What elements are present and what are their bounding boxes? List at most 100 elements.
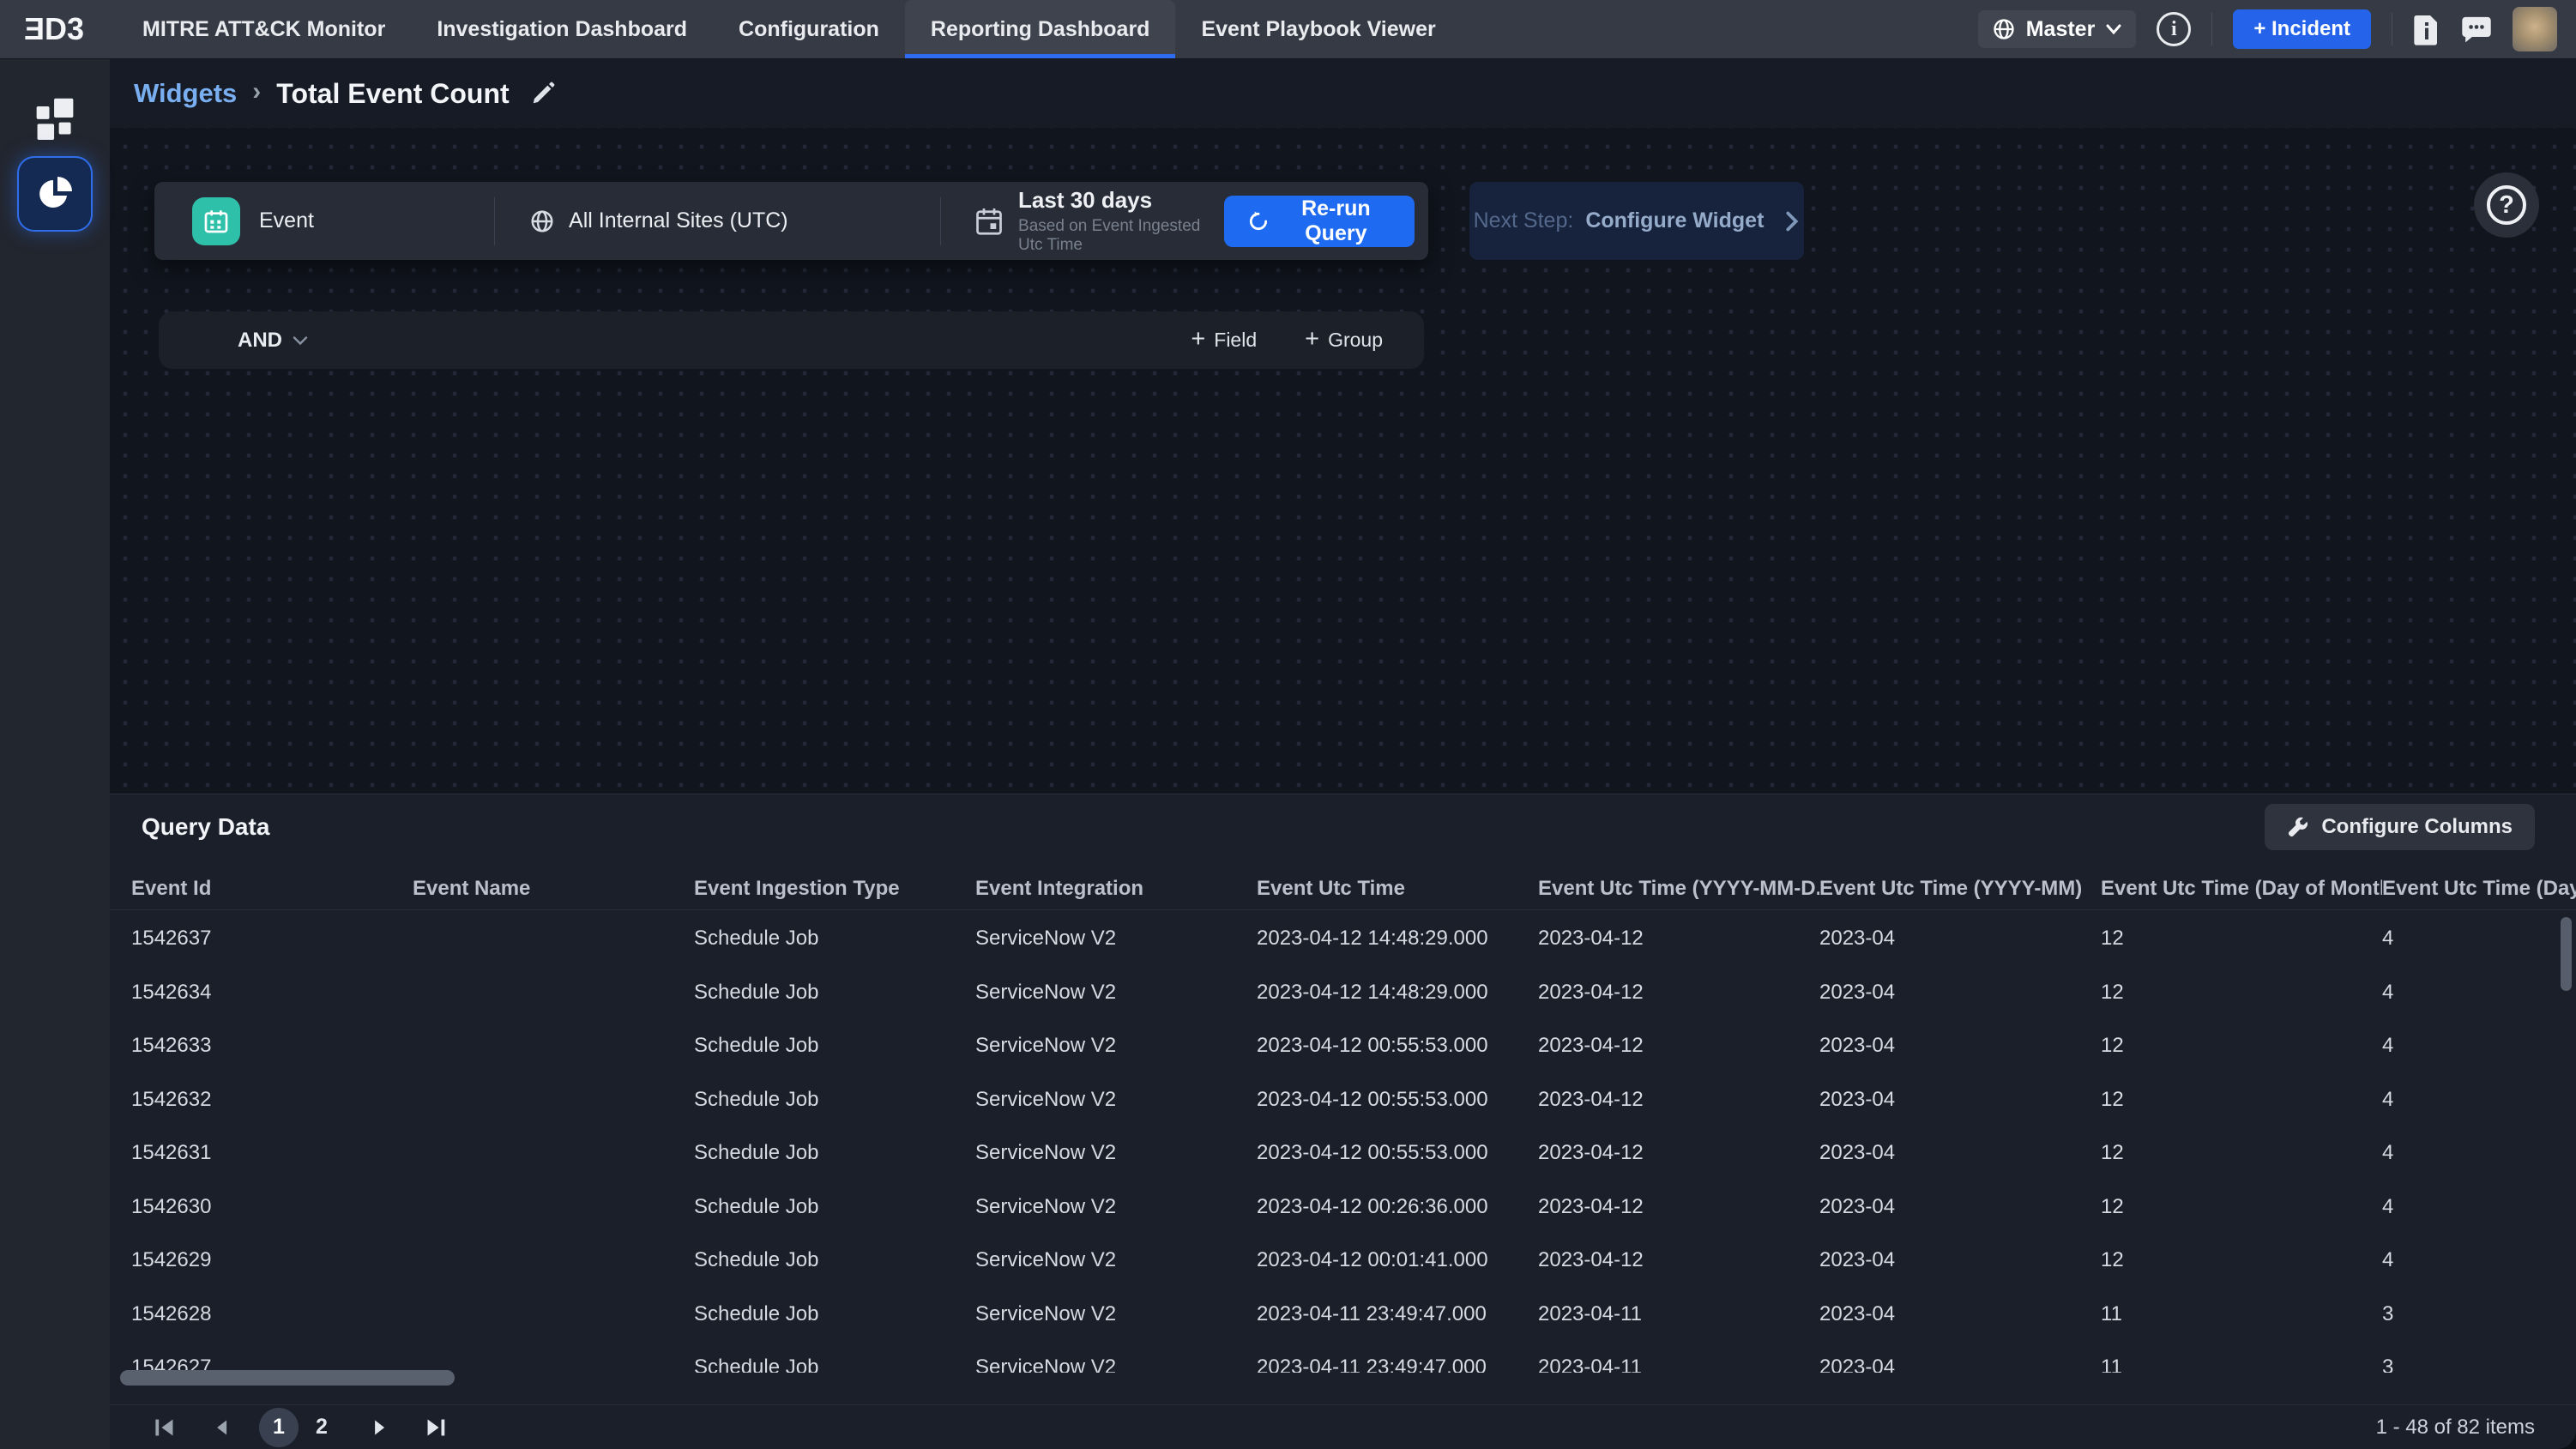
- configure-columns-button[interactable]: Configure Columns: [2265, 804, 2535, 850]
- nav-item-label: Reporting Dashboard: [931, 17, 1150, 42]
- filter-group-row: AND + Field + Group: [159, 311, 1424, 369]
- table-row[interactable]: 1542627Schedule JobServiceNow V22023-04-…: [110, 1341, 2576, 1373]
- table-cell: 2023-04: [1819, 927, 2101, 951]
- next-step-prefix: Next Step:: [1474, 208, 1574, 233]
- page-number-1[interactable]: 1: [259, 1408, 299, 1447]
- table-cell: 4: [2382, 1141, 2576, 1165]
- dashboard-grid-icon[interactable]: [33, 94, 77, 142]
- table-cell: 11: [2101, 1302, 2382, 1326]
- table-cell: 2023-04-12 00:55:53.000: [1257, 1141, 1538, 1165]
- add-group-button[interactable]: + Group: [1305, 329, 1383, 352]
- column-header[interactable]: Event Name: [413, 877, 694, 901]
- d3-logo[interactable]: ƎD3: [24, 11, 84, 47]
- table-cell: 4: [2382, 1034, 2576, 1058]
- table-cell: Schedule Job: [694, 1195, 975, 1219]
- user-avatar[interactable]: [2513, 7, 2557, 51]
- table-cell: 2023-04-12: [1538, 1195, 1819, 1219]
- site-selector-label: Master: [2026, 17, 2096, 42]
- table-cell: Schedule Job: [694, 1302, 975, 1326]
- table-row[interactable]: 1542633Schedule JobServiceNow V22023-04-…: [110, 1019, 2576, 1073]
- table-cell: Schedule Job: [694, 981, 975, 1005]
- table-cell: 2023-04-12: [1538, 1248, 1819, 1272]
- table-row[interactable]: 1542631Schedule JobServiceNow V22023-04-…: [110, 1126, 2576, 1180]
- table-cell: ServiceNow V2: [975, 1141, 1257, 1165]
- chevron-right-icon: [1784, 210, 1800, 232]
- table-cell: 12: [2101, 927, 2382, 951]
- page-numbers: 12: [257, 1408, 343, 1447]
- add-field-label: Field: [1214, 329, 1257, 352]
- report-document-icon[interactable]: [2413, 13, 2440, 45]
- globe-icon: [529, 208, 555, 234]
- add-incident-button[interactable]: + Incident: [2233, 9, 2371, 49]
- table-cell: 4: [2382, 1195, 2576, 1219]
- help-button[interactable]: ?: [2474, 172, 2539, 238]
- table-row[interactable]: 1542634Schedule JobServiceNow V22023-04-…: [110, 966, 2576, 1020]
- edit-pencil-icon[interactable]: [530, 81, 556, 106]
- table-cell: 1542631: [131, 1141, 413, 1165]
- nav-item-investigation-dashboard[interactable]: Investigation Dashboard: [411, 0, 713, 58]
- table-header-row: Event IdEvent NameEvent Ingestion TypeEv…: [110, 867, 2576, 910]
- table-row[interactable]: 1542630 Schedule JobServiceNow V2 2023-04-…: [110, 1180, 2576, 1235]
- table-row[interactable]: 1542628Schedule JobServiceNow V22023-04-…: [110, 1288, 2576, 1342]
- time-range-selector[interactable]: Last 30 days Based on Event Ingested Utc…: [941, 182, 1224, 260]
- vertical-scrollbar[interactable]: [2561, 917, 2572, 991]
- configure-columns-label: Configure Columns: [2321, 815, 2513, 839]
- table-cell: 12: [2101, 1034, 2382, 1058]
- column-header[interactable]: Event Utc Time (Day: [2382, 877, 2576, 901]
- widget-chart-tool[interactable]: [17, 156, 93, 232]
- info-icon[interactable]: i: [2157, 12, 2191, 46]
- horizontal-scrollbar[interactable]: [120, 1370, 455, 1386]
- nav-item-label: MITRE ATT&CK Monitor: [142, 17, 385, 42]
- divider: [2211, 13, 2212, 45]
- nav-menu: MITRE ATT&CK Monitor Investigation Dashbo…: [117, 0, 1462, 58]
- chat-icon[interactable]: [2461, 15, 2492, 44]
- table-cell: ServiceNow V2: [975, 1302, 1257, 1326]
- column-header[interactable]: Event Utc Time (Day of Month): [2101, 877, 2382, 901]
- site-selector[interactable]: Master: [1978, 10, 2137, 48]
- table-cell: 2023-04: [1819, 1141, 2101, 1165]
- globe-icon: [1992, 17, 2016, 41]
- rerun-query-button[interactable]: Re-run Query: [1224, 196, 1415, 247]
- first-page-button[interactable]: [144, 1407, 185, 1448]
- table-cell: 1542629: [131, 1248, 413, 1272]
- page-number-2[interactable]: 2: [302, 1408, 341, 1447]
- last-page-button[interactable]: [415, 1407, 456, 1448]
- table-cell: 2023-04-12: [1538, 1088, 1819, 1112]
- column-header[interactable]: Event Id: [131, 877, 413, 901]
- column-header[interactable]: Event Integration: [975, 877, 1257, 901]
- next-step-configure-widget[interactable]: Next Step: Configure Widget: [1469, 182, 1804, 260]
- table-cell: ServiceNow V2: [975, 1355, 1257, 1373]
- table-cell: Schedule Job: [694, 1248, 975, 1272]
- table-row[interactable]: 1542632Schedule JobServiceNow V22023-04-…: [110, 1073, 2576, 1127]
- table-cell: 12: [2101, 981, 2382, 1005]
- table-cell: Schedule Job: [694, 1088, 975, 1112]
- table-cell: Schedule Job: [694, 1034, 975, 1058]
- column-header[interactable]: Event Utc Time (YYYY-MM): [1819, 877, 2101, 901]
- table-cell: 1542630: [131, 1195, 413, 1219]
- breadcrumb-widgets-link[interactable]: Widgets: [134, 78, 237, 109]
- nav-item-event-playbook-viewer[interactable]: Event Playbook Viewer: [1175, 0, 1461, 58]
- next-page-button[interactable]: [359, 1407, 400, 1448]
- table-cell: 1542637: [131, 927, 413, 951]
- nav-item-configuration[interactable]: Configuration: [713, 0, 905, 58]
- table-row[interactable]: 1542629Schedule JobServiceNow V22023-04-…: [110, 1234, 2576, 1288]
- add-field-button[interactable]: + Field: [1191, 329, 1257, 352]
- table-row[interactable]: 1542637Schedule JobServiceNow V22023-04-…: [110, 912, 2576, 966]
- nav-item-label: Event Playbook Viewer: [1201, 17, 1435, 42]
- previous-page-button[interactable]: [201, 1407, 242, 1448]
- question-mark-icon: ?: [2487, 185, 2526, 225]
- nav-item-label: Configuration: [739, 17, 879, 42]
- sites-selector[interactable]: All Internal Sites (UTC): [495, 182, 940, 260]
- table-cell: 1542628: [131, 1302, 413, 1326]
- column-header[interactable]: Event Utc Time: [1257, 877, 1538, 901]
- nav-item-reporting-dashboard[interactable]: Reporting Dashboard: [905, 0, 1176, 58]
- column-header[interactable]: Event Ingestion Type: [694, 877, 975, 901]
- table-cell: ServiceNow V2: [975, 1195, 1257, 1219]
- table-cell: ServiceNow V2: [975, 927, 1257, 951]
- datasource-selector[interactable]: Event: [154, 182, 494, 260]
- filter-operator-dropdown[interactable]: AND: [238, 329, 308, 353]
- column-header[interactable]: Event Utc Time (YYYY-MM-D...: [1538, 877, 1819, 901]
- nav-item-mitre-att-ck-monitor[interactable]: MITRE ATT&CK Monitor: [117, 0, 411, 58]
- plus-icon: +: [1305, 327, 1319, 352]
- table-cell: 12: [2101, 1195, 2382, 1219]
